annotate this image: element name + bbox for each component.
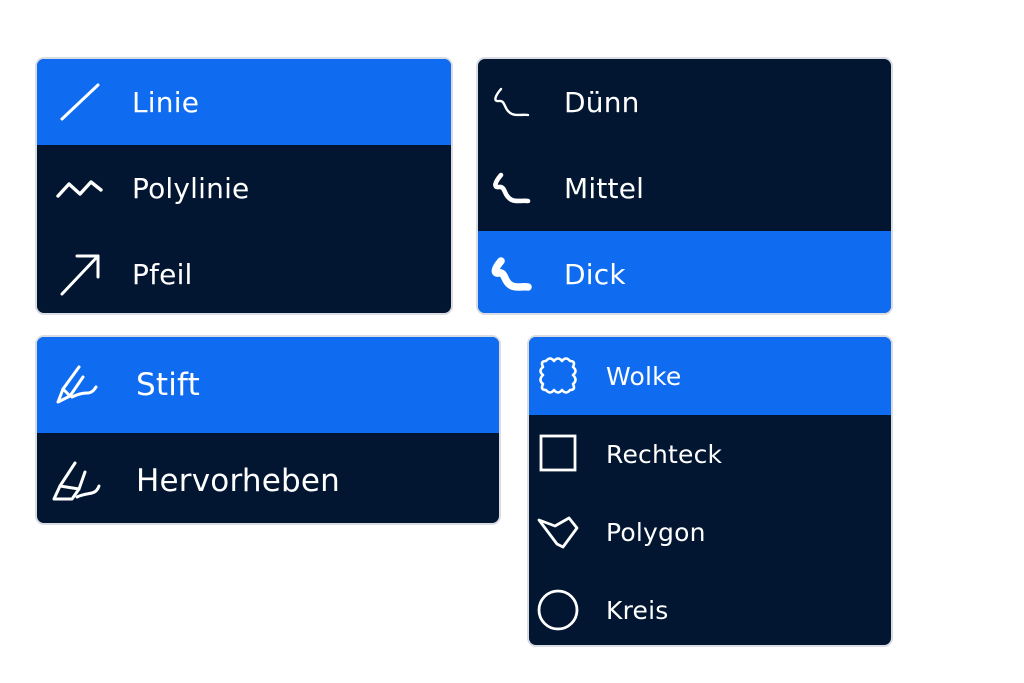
menu-item-kreis[interactable]: Kreis [529, 571, 891, 645]
menu-item-dick[interactable]: Dick [478, 231, 891, 313]
menu-item-label: Linie [132, 85, 200, 119]
stroke-thin-icon [494, 87, 530, 117]
polyline-icon [56, 180, 103, 198]
menu-item-label: Polylinie [132, 171, 250, 205]
menu-item-label: Kreis [606, 595, 669, 625]
menu-item-hervorheben[interactable]: Hervorheben [37, 433, 499, 523]
menu-item-polylinie[interactable]: Polylinie [37, 145, 451, 231]
polygon-icon [537, 516, 579, 549]
menu-item-wolke[interactable]: Wolke [529, 337, 891, 415]
menu-item-rechteck[interactable]: Rechteck [529, 415, 891, 493]
menu-item-label: Rechteck [606, 439, 723, 469]
shape-tool-menu: Wolke Rechteck Polygon Kreis [527, 335, 893, 647]
arrow-icon [60, 254, 100, 296]
menu-item-pfeil[interactable]: Pfeil [37, 231, 451, 313]
menu-item-label: Pfeil [132, 257, 193, 291]
menu-item-polygon[interactable]: Polygon [529, 493, 891, 571]
menu-item-linie[interactable]: Linie [37, 59, 451, 145]
menu-item-label: Wolke [606, 361, 682, 391]
circle-icon [537, 589, 579, 631]
pen-icon [56, 365, 98, 404]
menu-item-mittel[interactable]: Mittel [478, 145, 891, 231]
menu-item-label: Hervorheben [136, 463, 340, 499]
menu-item-stift[interactable]: Stift [37, 337, 499, 433]
stroke-medium-icon [493, 172, 531, 204]
menu-item-label: Mittel [564, 171, 645, 205]
highlighter-icon [52, 461, 101, 501]
stroke-width-menu: Dünn Mittel Dick [476, 57, 893, 315]
menu-item-label: Polygon [606, 517, 706, 547]
menu-item-label: Stift [136, 367, 200, 403]
rectangle-icon [539, 434, 577, 472]
line-icon [60, 83, 100, 121]
cloud-icon [539, 357, 577, 394]
menu-item-label: Dünn [564, 85, 640, 119]
menu-item-label: Dick [564, 257, 626, 291]
menu-item-duenn[interactable]: Dünn [478, 59, 891, 145]
pen-tool-menu: Stift Hervorheben [35, 335, 501, 525]
stroke-thick-icon [491, 257, 532, 291]
line-tool-menu: Linie Polylinie Pfeil [35, 57, 453, 315]
